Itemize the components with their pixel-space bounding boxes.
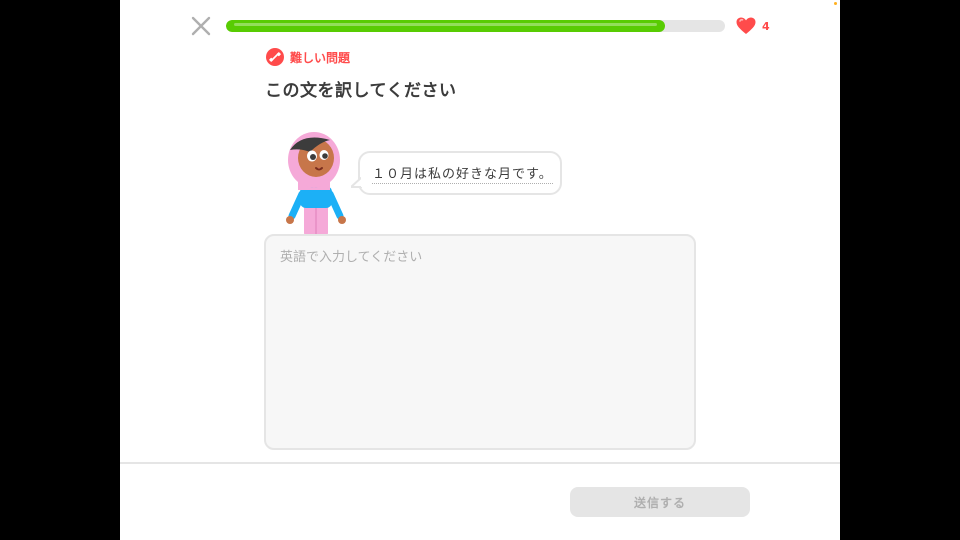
hard-challenge-badge: 難しい問題: [266, 47, 350, 67]
close-icon: [191, 16, 211, 36]
footer-divider: [120, 462, 840, 464]
progress-fill: [226, 20, 666, 32]
status-dot: [834, 2, 837, 5]
progress-shine: [234, 23, 658, 26]
challenge-title: この文を訳してください: [265, 81, 457, 101]
submit-button[interactable]: 送信する: [570, 487, 750, 517]
character-illustration: [280, 128, 360, 236]
progress-bar: [226, 20, 725, 32]
lesson-screen: 4 難しい問題 この文を訳してください １０月は私の好きな月です。 英語で入力し…: [120, 0, 840, 540]
weight-icon: [266, 48, 284, 66]
answer-input[interactable]: [266, 236, 694, 448]
close-button[interactable]: [190, 15, 212, 37]
hard-challenge-label: 難しい問題: [290, 50, 351, 65]
hearts-count: 4: [762, 19, 770, 33]
hearts-indicator[interactable]: 4: [736, 16, 770, 36]
speech-bubble: １０月は私の好きな月です。: [351, 151, 562, 195]
answer-box[interactable]: [264, 234, 696, 450]
prompt-sentence[interactable]: １０月は私の好きな月です。: [372, 163, 553, 184]
heart-icon: [736, 17, 756, 34]
speech-bubble-tail: [351, 177, 363, 188]
